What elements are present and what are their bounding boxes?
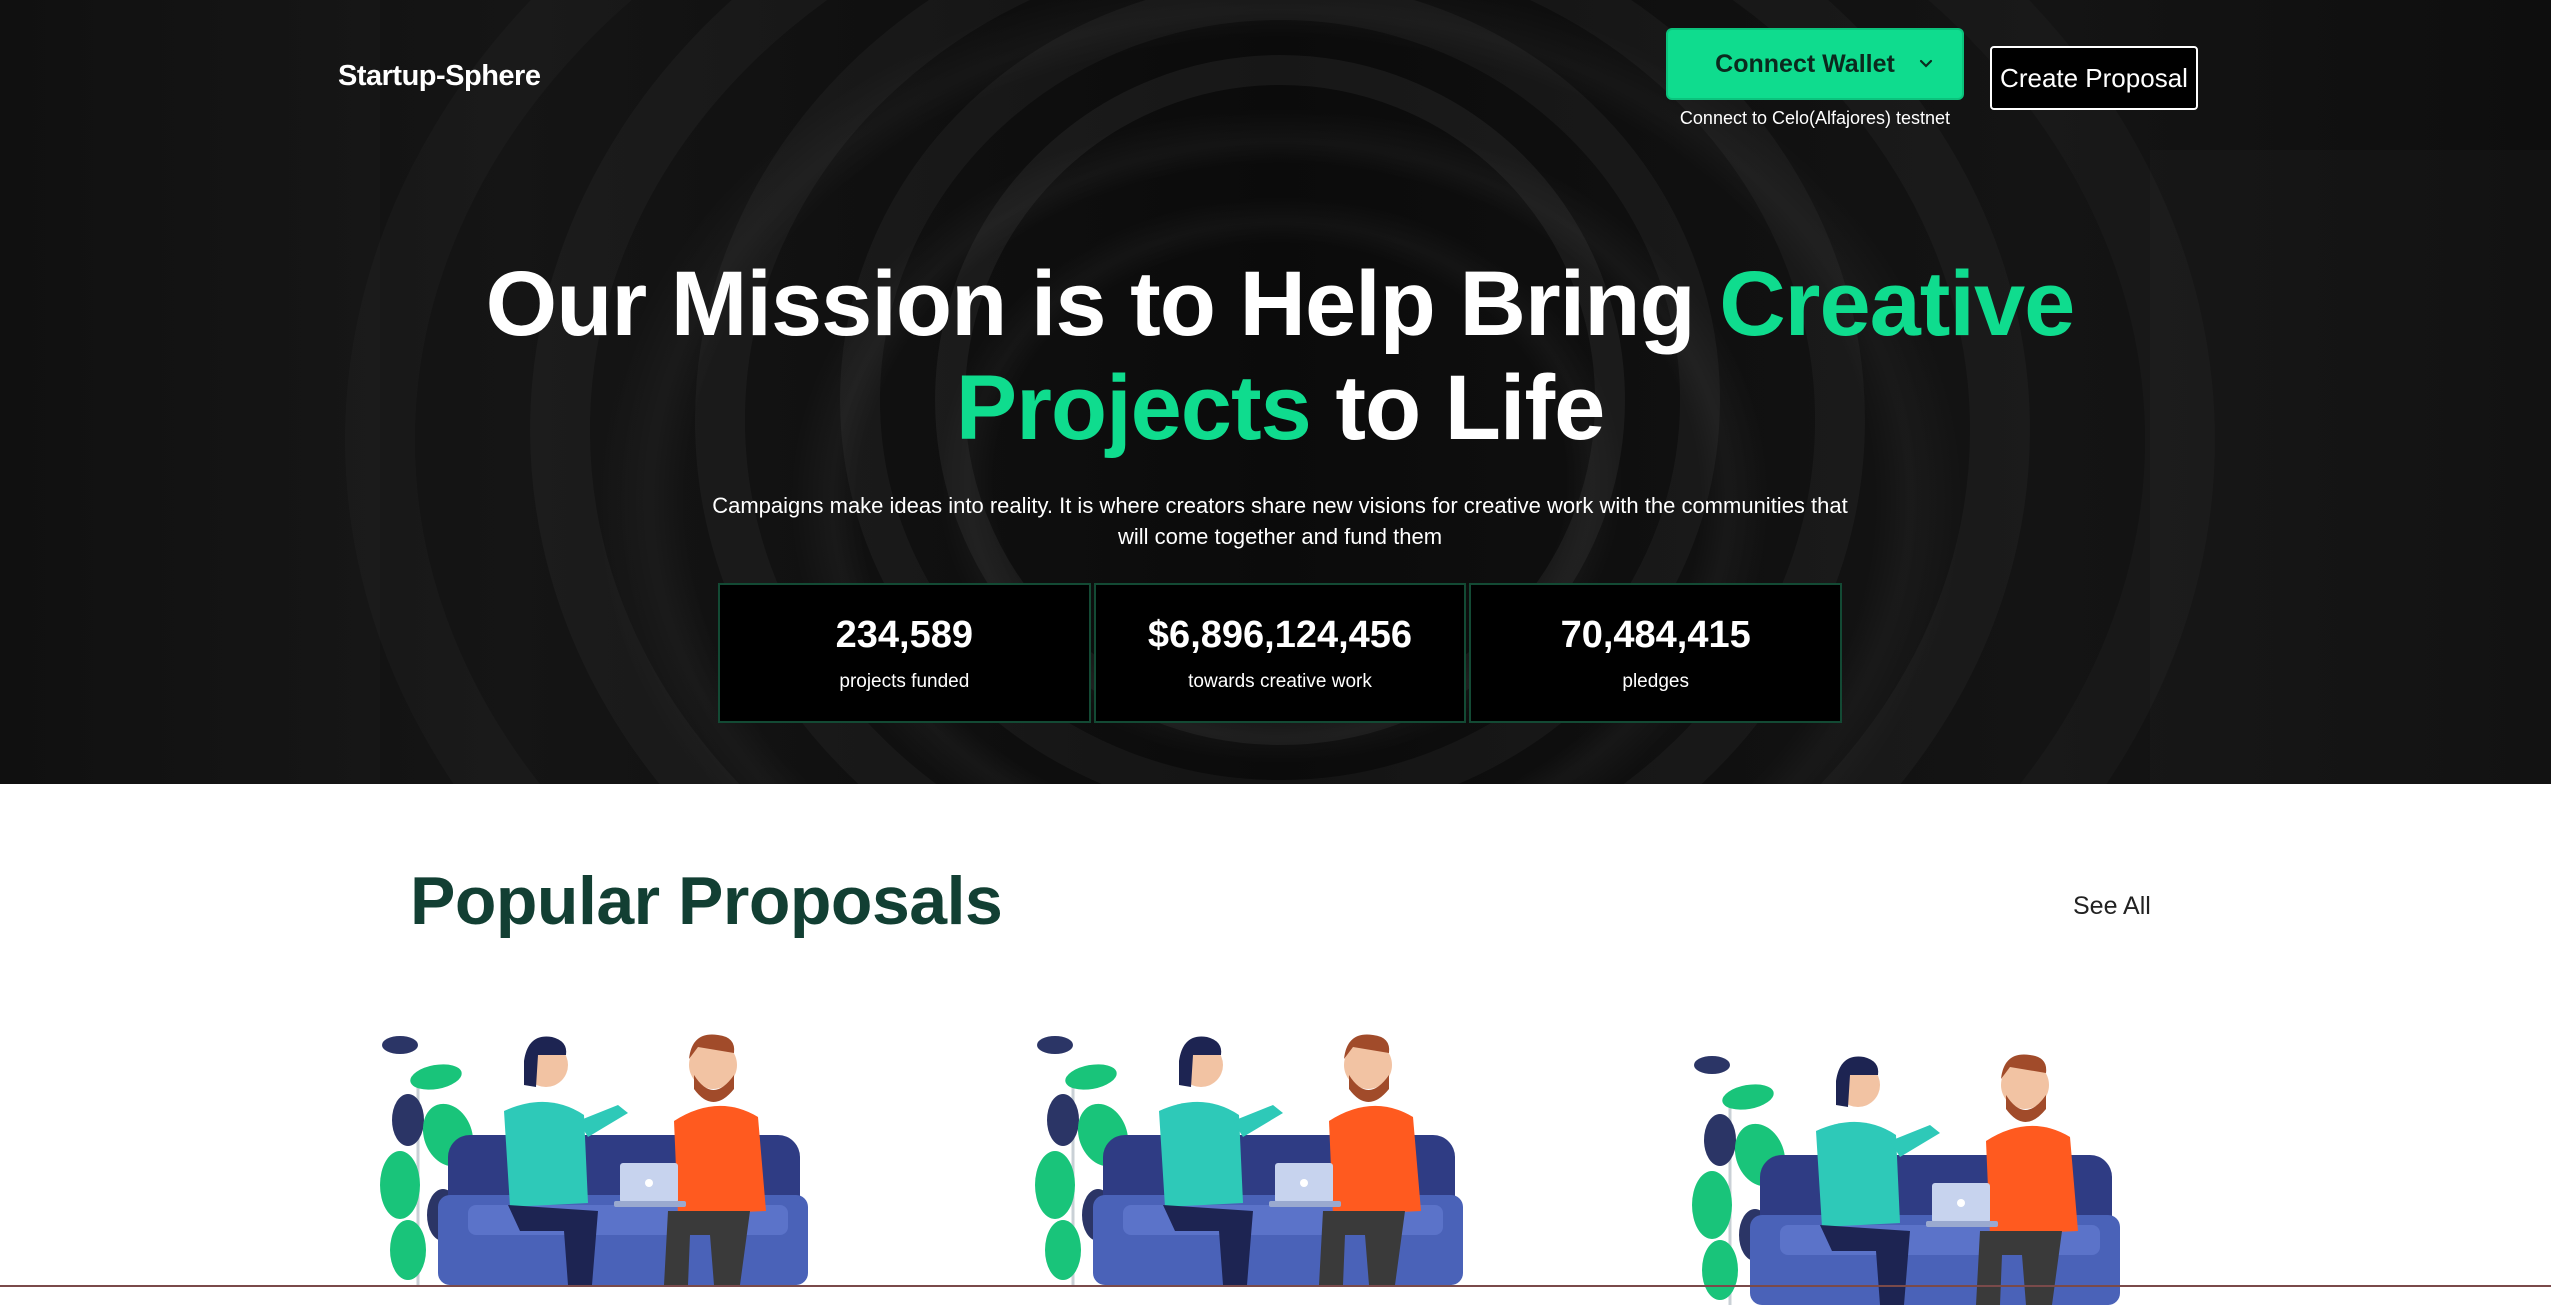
proposal-card-image[interactable]: [1033, 1025, 1473, 1285]
headline-accent-1: Creative: [1719, 253, 2074, 355]
proposal-card-image[interactable]: [1690, 1045, 2130, 1305]
stat-projects-funded: 234,589 projects funded: [718, 583, 1091, 723]
connect-wallet-label: Connect Wallet: [1715, 50, 1895, 79]
laptop-illustration: [1926, 1183, 1998, 1227]
headline-text-1: Our Mission is to Help Bring: [486, 253, 1720, 355]
stat-creative-work: $6,896,124,456 towards creative work: [1094, 583, 1467, 723]
connect-wallet-button[interactable]: Connect Wallet: [1666, 28, 1964, 100]
hero-section: Startup-Sphere Connect Wallet Connect to…: [0, 0, 2551, 784]
stat-label: towards creative work: [1188, 671, 1372, 693]
create-proposal-button[interactable]: Create Proposal: [1990, 46, 2198, 110]
headline-text-2: to Life: [1311, 357, 1605, 459]
proposal-card-image[interactable]: [378, 1025, 818, 1285]
see-all-link[interactable]: See All: [2073, 892, 2151, 921]
stat-value: $6,896,124,456: [1148, 614, 1412, 657]
hero-headline: Our Mission is to Help Bring Creative Pro…: [300, 252, 2260, 460]
stat-label: pledges: [1622, 671, 1689, 693]
brand-logo[interactable]: Startup-Sphere: [338, 60, 540, 93]
stat-label: projects funded: [839, 671, 969, 693]
stat-value: 234,589: [836, 614, 973, 657]
hero-subtext: Campaigns make ideas into reality. It is…: [700, 490, 1860, 552]
laptop-illustration: [1269, 1163, 1341, 1207]
headline-accent-2: Projects: [956, 357, 1311, 459]
stat-pledges: 70,484,415 pledges: [1469, 583, 1842, 723]
wallet-network-hint: Connect to Celo(Alfajores) testnet: [1666, 108, 1964, 129]
laptop-illustration: [614, 1163, 686, 1207]
chevron-down-icon: [1916, 54, 1936, 74]
stats-bar: 234,589 projects funded $6,896,124,456 t…: [718, 583, 1842, 723]
section-title: Popular Proposals: [410, 862, 1002, 940]
stat-value: 70,484,415: [1561, 614, 1751, 657]
